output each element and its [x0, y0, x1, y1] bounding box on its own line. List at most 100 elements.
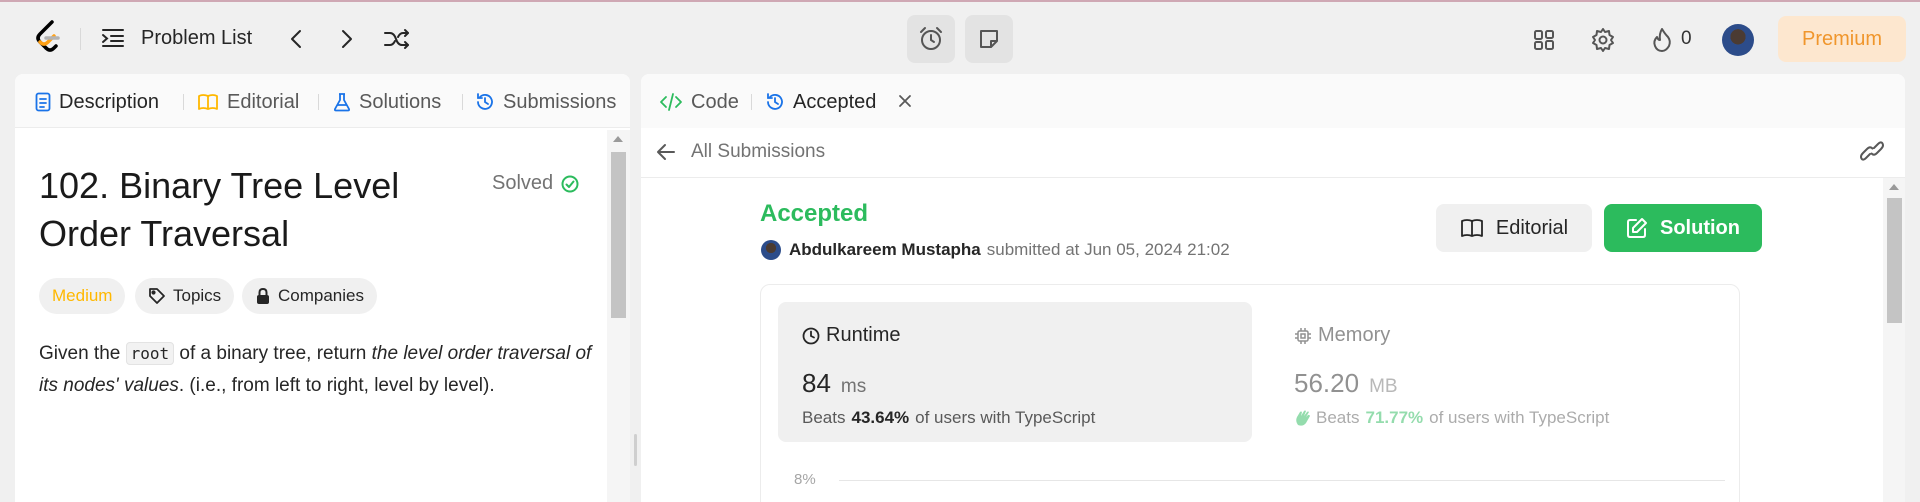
chart-gridline [839, 480, 1725, 481]
arrow-left-icon [657, 144, 675, 160]
problem-list-link[interactable]: Problem List [141, 27, 252, 50]
settings-button[interactable] [1589, 26, 1617, 54]
topics-label: Topics [173, 286, 222, 305]
tab-code-label: Code [691, 90, 739, 113]
chart-y-tick: 8% [794, 471, 816, 488]
solution-button[interactable]: Solution [1604, 204, 1762, 252]
companies-label: Companies [278, 286, 364, 305]
left-tab-bar: Description Editorial Solutions Submissi… [15, 74, 630, 128]
tab-submissions[interactable]: Submissions [475, 90, 616, 114]
tab-accepted-label: Accepted [793, 90, 877, 113]
memory-label: Memory [1318, 324, 1391, 346]
shuffle-icon [384, 29, 409, 49]
solved-status: Solved [492, 172, 579, 195]
top-navbar: Problem List 0 Premium [0, 2, 1920, 74]
layout-grid-icon [1534, 30, 1554, 50]
memory-beats: Beats 71.77% of users with TypeScript [1294, 408, 1609, 428]
next-problem-button[interactable] [334, 26, 360, 52]
right-tab-bar: Code Accepted [641, 74, 1905, 128]
problem-title: 102. Binary Tree Level Order Traversal [39, 165, 400, 254]
submission-scrollbar[interactable] [1883, 178, 1905, 502]
inline-code: root [125, 342, 175, 365]
alarm-clock-icon [920, 27, 942, 50]
memory-value: 56.20 [1294, 368, 1360, 398]
close-tab-button[interactable] [894, 90, 916, 112]
book-icon [197, 93, 219, 111]
memory-stat[interactable]: Memory 56.20 MB Beats 71.77% of users with… [1270, 302, 1740, 442]
fire-icon [1653, 28, 1671, 52]
description-scrollbar[interactable] [607, 130, 630, 502]
submitter-name[interactable]: Abdulkareem Mustapha [789, 240, 981, 260]
scroll-up-arrow-icon[interactable] [1889, 184, 1899, 190]
panel-resize-handle[interactable] [634, 434, 637, 466]
memory-beats-percent: 71.77% [1365, 408, 1424, 427]
tab-code[interactable]: Code [659, 89, 739, 115]
editorial-button[interactable]: Editorial [1436, 204, 1592, 252]
tab-submissions-label: Submissions [503, 90, 617, 113]
tab-accepted[interactable]: Accepted [765, 89, 876, 115]
problem-description: Given the root of a binary tree, return … [39, 342, 592, 396]
submitted-at: submitted at Jun 05, 2024 21:02 [986, 240, 1230, 259]
book-icon [1460, 218, 1484, 238]
link-icon [1860, 141, 1884, 161]
submission-subbar: All Submissions [641, 128, 1905, 178]
note-icon [980, 30, 998, 48]
tag-icon [148, 287, 166, 305]
close-icon [899, 95, 911, 107]
chevron-right-icon [342, 30, 352, 48]
premium-button[interactable]: Premium [1778, 16, 1906, 62]
layout-button[interactable] [1530, 26, 1558, 54]
clock-icon [802, 327, 820, 345]
history-icon [765, 92, 785, 112]
solution-button-label: Solution [1660, 216, 1740, 239]
notes-button[interactable] [965, 15, 1013, 63]
document-icon [35, 92, 51, 112]
runtime-beats: Beats 43.64% of users with TypeScript [802, 408, 1096, 427]
history-icon [475, 92, 495, 112]
scrollbar-thumb[interactable] [611, 152, 626, 318]
runtime-beats-percent: 43.64% [851, 408, 910, 427]
prev-problem-button[interactable] [283, 26, 309, 52]
share-link-button[interactable] [1859, 140, 1885, 167]
submitter-avatar[interactable] [761, 240, 781, 260]
runtime-stat[interactable]: Runtime 84 ms Beats 43.64% of users with T… [778, 302, 1252, 442]
tab-editorial[interactable]: Editorial [197, 90, 299, 114]
all-submissions-link[interactable]: All Submissions [691, 141, 825, 163]
runtime-label: Runtime [826, 324, 901, 346]
submission-status: Accepted [760, 200, 869, 227]
user-avatar[interactable] [1722, 24, 1754, 56]
scroll-up-arrow-icon[interactable] [613, 136, 623, 142]
check-circle-icon [561, 175, 579, 192]
submission-meta: Abdulkareem Mustapha submitted at Jun 05… [761, 238, 1230, 262]
runtime-unit: ms [840, 376, 867, 397]
leetcode-logo-icon[interactable] [32, 20, 64, 54]
timer-button[interactable] [907, 15, 955, 63]
clap-hands-icon [1294, 409, 1312, 427]
random-problem-button[interactable] [382, 26, 412, 52]
memory-unit: MB [1369, 376, 1398, 397]
scrollbar-thumb[interactable] [1887, 198, 1902, 323]
problem-list-icon[interactable] [100, 27, 126, 49]
streak-count: 0 [1681, 28, 1692, 49]
gear-icon [1592, 28, 1614, 52]
difficulty-badge: Medium [39, 278, 126, 314]
tab-editorial-label: Editorial [227, 90, 300, 113]
tab-solutions-label: Solutions [359, 90, 442, 113]
performance-card: Runtime 84 ms Beats 43.64% of users with T… [760, 284, 1740, 502]
submission-panel: Code Accepted All Submissions Accepted A… [641, 74, 1905, 502]
tab-description[interactable]: Description [35, 90, 159, 114]
streak-button[interactable] [1648, 26, 1676, 54]
companies-chip[interactable]: Companies [242, 278, 377, 314]
runtime-value: 84 [802, 368, 831, 398]
lock-icon [255, 287, 271, 305]
nav-divider [80, 28, 81, 50]
chip-icon [1294, 327, 1312, 345]
tab-solutions[interactable]: Solutions [333, 90, 441, 114]
description-panel: Description Editorial Solutions Submissi… [15, 74, 630, 502]
flask-icon [333, 92, 351, 112]
edit-icon [1626, 217, 1648, 239]
solved-label: Solved [492, 172, 554, 194]
editorial-button-label: Editorial [1495, 216, 1569, 239]
topics-chip[interactable]: Topics [135, 278, 235, 314]
back-button[interactable] [655, 141, 677, 168]
